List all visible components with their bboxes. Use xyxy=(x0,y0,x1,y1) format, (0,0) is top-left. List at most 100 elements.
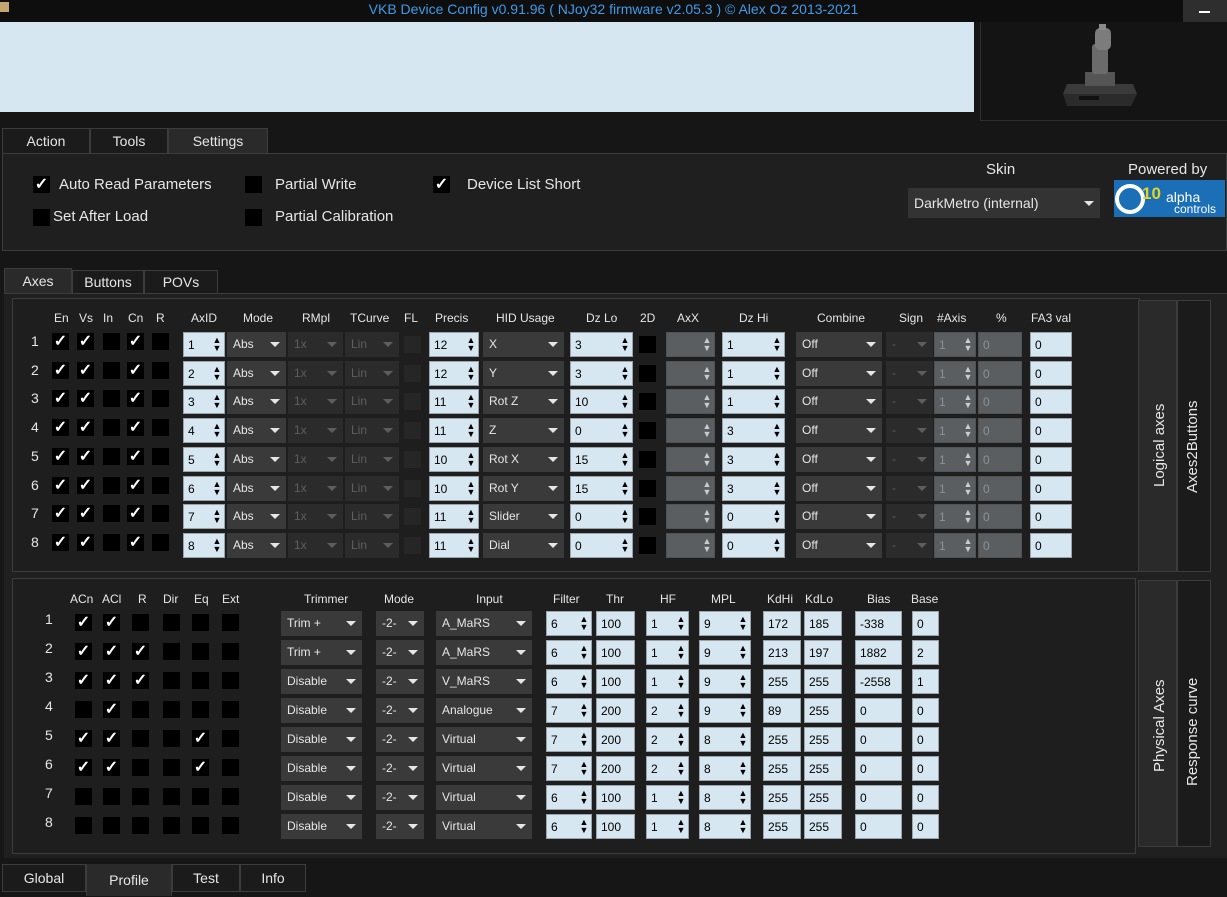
physical-dir-checkbox[interactable] xyxy=(163,817,180,834)
physical-ext-checkbox[interactable] xyxy=(222,817,239,834)
axid-spinner[interactable]: 1 ▲ ▼ xyxy=(183,332,225,357)
twod-checkbox[interactable] xyxy=(639,393,656,411)
physical-r-checkbox[interactable] xyxy=(132,759,149,776)
logical-cn-checkbox[interactable]: ✓ xyxy=(127,447,144,465)
logical-vs-checkbox[interactable]: ✓ xyxy=(77,505,94,523)
hid-usage-select[interactable]: Rot Z xyxy=(483,389,564,415)
physical-mode-select[interactable]: -2- xyxy=(376,756,424,781)
logical-r-checkbox[interactable] xyxy=(152,447,169,465)
spin-arrows-icon[interactable]: ▲ ▼ xyxy=(961,362,975,385)
spin-arrows-icon[interactable]: ▲ ▼ xyxy=(674,757,688,780)
spin-arrows-icon[interactable]: ▲ ▼ xyxy=(961,477,975,500)
logical-en-checkbox[interactable]: ✓ xyxy=(52,361,69,379)
logical-in-checkbox[interactable] xyxy=(103,333,120,350)
mode-select[interactable]: Abs xyxy=(227,360,286,386)
spin-arrows-icon[interactable]: ▲ ▼ xyxy=(770,448,784,471)
logical-vs-checkbox[interactable]: ✓ xyxy=(77,361,94,379)
mode-select[interactable]: Abs xyxy=(227,418,286,444)
logical-in-checkbox[interactable] xyxy=(103,419,120,437)
input-select[interactable]: Virtual xyxy=(436,727,532,752)
fa3-value-field[interactable]: 0 xyxy=(1030,418,1072,444)
tab-settings[interactable]: Settings xyxy=(168,128,268,154)
spin-arrows-icon[interactable]: ▲ ▼ xyxy=(464,534,478,557)
tab-axes[interactable]: Axes xyxy=(4,268,72,293)
tab-info[interactable]: Info xyxy=(240,864,306,892)
physical-acn-checkbox[interactable]: ✓ xyxy=(75,730,92,747)
fa3-value-field[interactable]: 0 xyxy=(1030,446,1072,472)
precis-spinner[interactable]: 11 ▲ ▼ xyxy=(429,504,479,530)
physical-acl-checkbox[interactable]: ✓ xyxy=(103,643,120,660)
logical-r-checkbox[interactable] xyxy=(152,390,169,408)
logical-cn-checkbox[interactable]: ✓ xyxy=(127,361,144,379)
trimmer-select[interactable]: Disable xyxy=(281,727,362,752)
tab-buttons[interactable]: Buttons xyxy=(72,270,144,294)
threshold-field[interactable]: 200 xyxy=(596,727,635,752)
spin-arrows-icon[interactable]: ▲ ▼ xyxy=(736,815,750,838)
spin-arrows-icon[interactable]: ▲ ▼ xyxy=(736,699,750,722)
kdhi-field[interactable]: 255 xyxy=(763,756,801,781)
spin-arrows-icon[interactable]: ▲ ▼ xyxy=(700,333,714,356)
spin-arrows-icon[interactable]: ▲ ▼ xyxy=(577,612,591,635)
spin-arrows-icon[interactable]: ▲ ▼ xyxy=(736,641,750,664)
mode-select[interactable]: Abs xyxy=(227,446,286,472)
spin-arrows-icon[interactable]: ▲ ▼ xyxy=(961,505,975,528)
twod-checkbox[interactable] xyxy=(639,336,656,353)
spin-arrows-icon[interactable]: ▲ ▼ xyxy=(210,477,224,500)
physical-r-checkbox[interactable]: ✓ xyxy=(132,643,149,660)
axid-spinner[interactable]: 7 ▲ ▼ xyxy=(183,504,225,530)
mpl-spinner[interactable]: 9 ▲ ▼ xyxy=(699,669,751,694)
twod-checkbox[interactable] xyxy=(639,536,656,554)
hf-spinner[interactable]: 2 ▲ ▼ xyxy=(646,698,689,723)
mpl-spinner[interactable]: 8 ▲ ▼ xyxy=(699,785,751,810)
dzlo-spinner[interactable]: 0 ▲ ▼ xyxy=(570,504,633,530)
threshold-field[interactable]: 200 xyxy=(596,698,635,723)
dzhi-spinner[interactable]: 1 ▲ ▼ xyxy=(722,332,785,357)
dzlo-spinner[interactable]: 3 ▲ ▼ xyxy=(570,332,633,357)
trimmer-select[interactable]: Disable xyxy=(281,814,362,839)
mode-select[interactable]: Abs xyxy=(227,504,286,530)
kdlo-field[interactable]: 255 xyxy=(804,785,842,810)
hid-usage-select[interactable]: Rot X xyxy=(483,446,564,472)
filter-spinner[interactable]: 6 ▲ ▼ xyxy=(546,640,592,665)
physical-r-checkbox[interactable] xyxy=(132,817,149,834)
spin-arrows-icon[interactable]: ▲ ▼ xyxy=(577,786,591,809)
spin-arrows-icon[interactable]: ▲ ▼ xyxy=(770,505,784,528)
threshold-field[interactable]: 200 xyxy=(596,756,635,781)
threshold-field[interactable]: 100 xyxy=(596,669,635,694)
spin-arrows-icon[interactable]: ▲ ▼ xyxy=(700,362,714,385)
spin-arrows-icon[interactable]: ▲ ▼ xyxy=(961,448,975,471)
base-field[interactable]: 0 xyxy=(912,727,939,752)
physical-acl-checkbox[interactable]: ✓ xyxy=(103,672,120,689)
skin-select[interactable]: DarkMetro (internal) xyxy=(908,188,1100,218)
mpl-spinner[interactable]: 8 ▲ ▼ xyxy=(699,727,751,752)
tab-profile[interactable]: Profile xyxy=(86,864,172,896)
precis-spinner[interactable]: 10 ▲ ▼ xyxy=(429,475,479,501)
fa3-value-field[interactable]: 0 xyxy=(1030,504,1072,530)
spin-arrows-icon[interactable]: ▲ ▼ xyxy=(700,505,714,528)
physical-mode-select[interactable]: -2- xyxy=(376,698,424,723)
physical-ext-checkbox[interactable] xyxy=(222,730,239,747)
base-field[interactable]: 0 xyxy=(912,814,939,839)
fa3-value-field[interactable]: 0 xyxy=(1030,389,1072,415)
physical-ext-checkbox[interactable] xyxy=(222,759,239,776)
logical-r-checkbox[interactable] xyxy=(152,533,169,551)
physical-dir-checkbox[interactable] xyxy=(163,788,180,805)
combine-select[interactable]: Off xyxy=(796,532,882,558)
physical-ext-checkbox[interactable] xyxy=(222,643,239,660)
dzhi-spinner[interactable]: 1 ▲ ▼ xyxy=(722,389,785,415)
spin-arrows-icon[interactable]: ▲ ▼ xyxy=(736,670,750,693)
spin-arrows-icon[interactable]: ▲ ▼ xyxy=(700,477,714,500)
set-after-load-checkbox[interactable] xyxy=(33,209,50,226)
fa3-value-field[interactable]: 0 xyxy=(1030,360,1072,386)
threshold-field[interactable]: 100 xyxy=(596,640,635,665)
trimmer-select[interactable]: Disable xyxy=(281,669,362,694)
hf-spinner[interactable]: 1 ▲ ▼ xyxy=(646,611,689,636)
logical-in-checkbox[interactable] xyxy=(103,476,120,494)
hf-spinner[interactable]: 2 ▲ ▼ xyxy=(646,727,689,752)
filter-spinner[interactable]: 6 ▲ ▼ xyxy=(546,611,592,636)
logical-en-checkbox[interactable]: ✓ xyxy=(52,505,69,523)
dzhi-spinner[interactable]: 0 ▲ ▼ xyxy=(722,504,785,530)
hf-spinner[interactable]: 1 ▲ ▼ xyxy=(646,640,689,665)
kdhi-field[interactable]: 213 xyxy=(763,640,801,665)
logical-en-checkbox[interactable]: ✓ xyxy=(52,333,69,350)
